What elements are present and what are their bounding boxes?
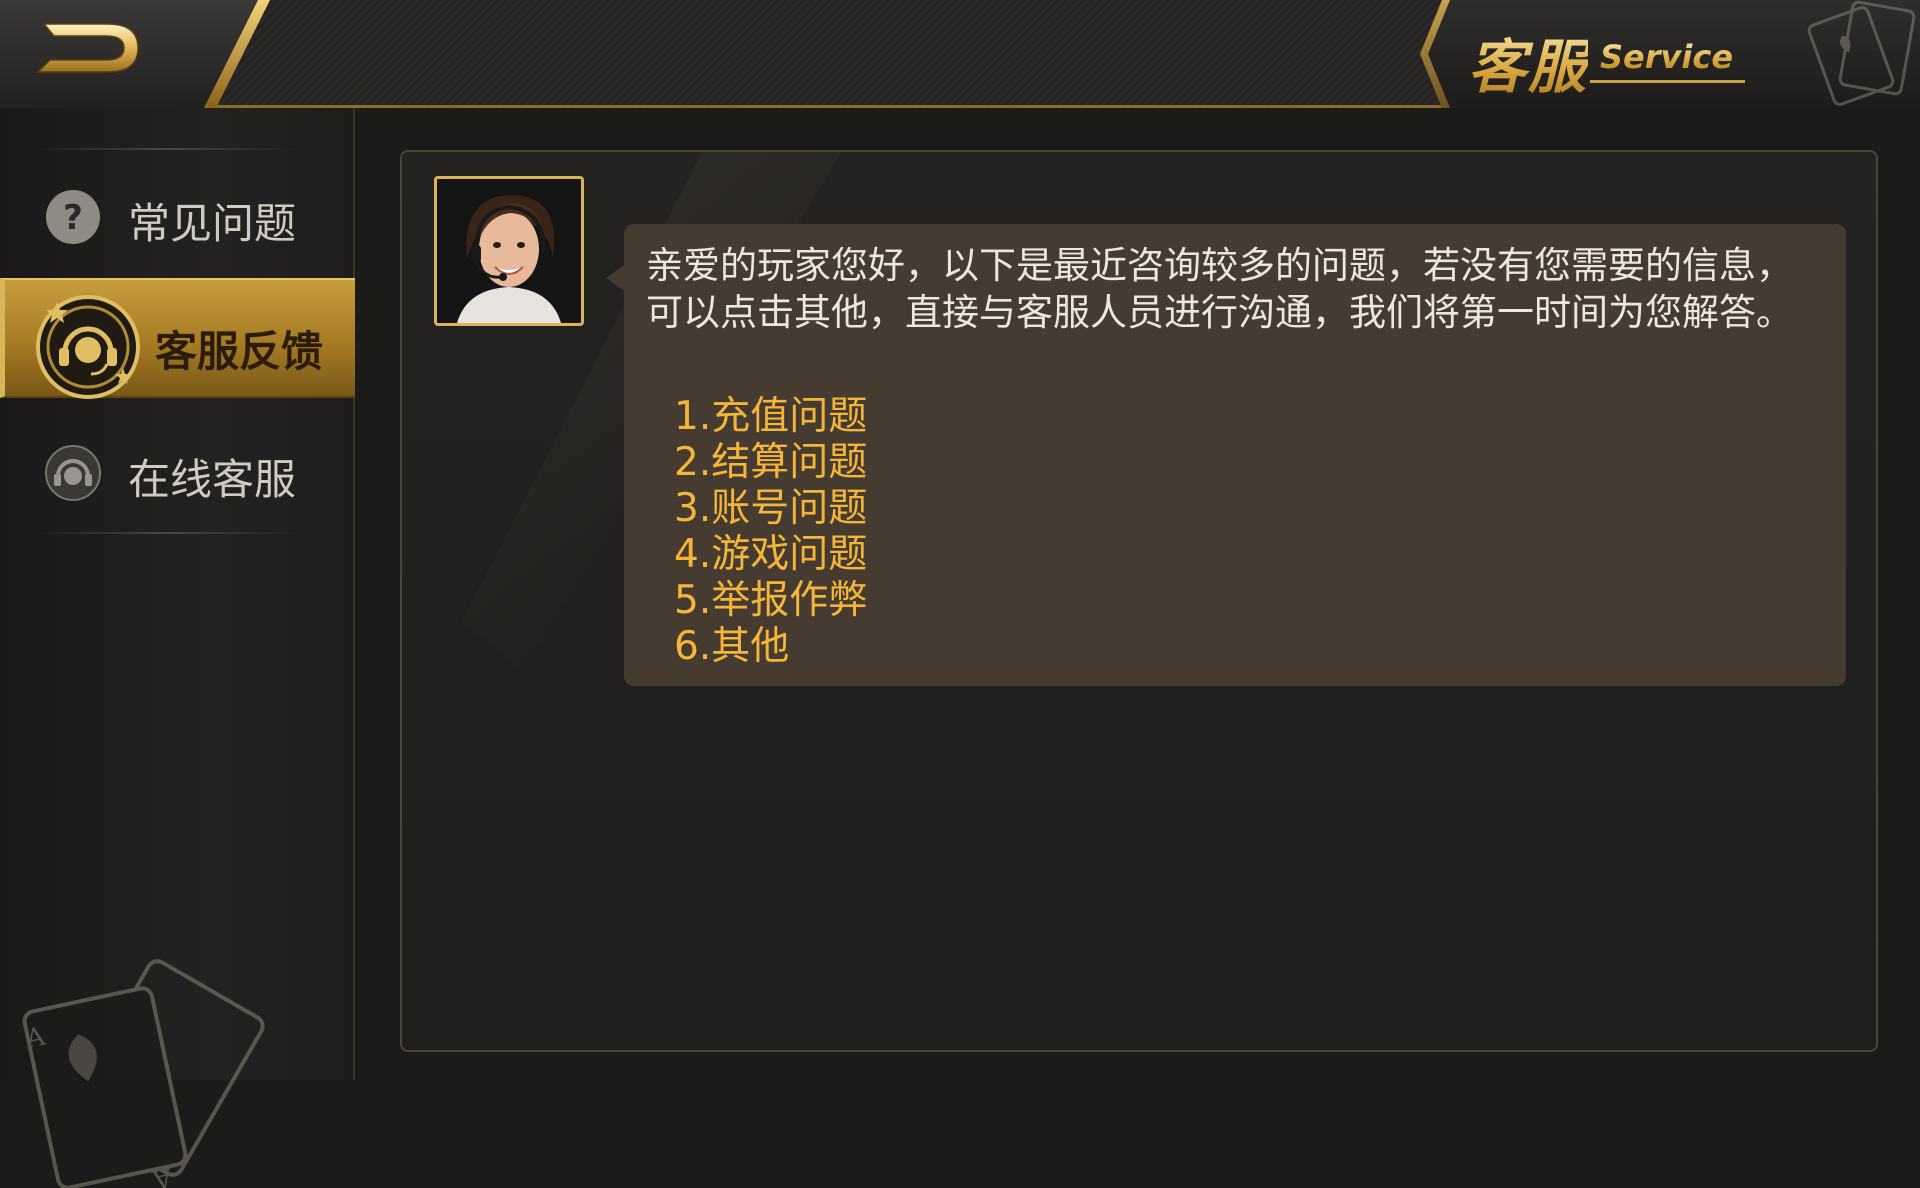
headset-icon	[45, 445, 101, 501]
sidebar-divider	[38, 532, 298, 534]
sidebar: ? 常见问题 客服反馈 在线客服 A A	[0, 108, 355, 1188]
back-arrow-icon	[36, 23, 139, 73]
faq-option-settlement[interactable]: 2.结算问题	[674, 440, 867, 486]
sidebar-item-feedback[interactable]: 客服反馈	[0, 278, 355, 399]
back-button[interactable]	[30, 12, 150, 82]
faq-option-game[interactable]: 4.游戏问题	[674, 532, 867, 578]
welcome-message: 亲爱的玩家您好，以下是最近咨询较多的问题，若没有您需要的信息，可以点击其他，直接…	[646, 244, 1793, 334]
faq-option-other[interactable]: 6.其他	[674, 624, 867, 670]
speech-bubble-tail	[606, 264, 626, 292]
faq-option-account[interactable]: 3.账号问题	[674, 486, 867, 532]
playing-cards-icon	[1807, 0, 1916, 106]
top-bar: 客服 Service	[0, 0, 1920, 108]
faq-option-recharge[interactable]: 1.充值问题	[674, 394, 867, 440]
service-panel: 亲爱的玩家您好，以下是最近咨询较多的问题，若没有您需要的信息，可以点击其他，直接…	[400, 150, 1878, 1052]
faq-option-report-cheating[interactable]: 5.举报作弊	[674, 578, 867, 624]
avatar	[434, 176, 584, 326]
sidebar-item-label: 客服反馈	[155, 327, 324, 376]
page-subtitle: Service	[1600, 38, 1734, 76]
sidebar-item-label: 常见问题	[128, 199, 297, 248]
speech-bubble: 亲爱的玩家您好，以下是最近咨询较多的问题，若没有您需要的信息，可以点击其他，直接…	[624, 224, 1846, 686]
sidebar-item-label: 在线客服	[128, 455, 297, 504]
svg-text:?: ?	[63, 198, 83, 238]
playing-cards-icon: A A	[22, 959, 265, 1188]
page-title: 客服	[1468, 20, 1588, 104]
headset-icon	[36, 295, 140, 399]
agent-portrait-icon	[437, 179, 581, 323]
title-underline	[1590, 80, 1745, 83]
question-icon: ?	[46, 190, 100, 244]
sidebar-item-faq[interactable]: ? 常见问题	[0, 150, 355, 270]
faq-options-list: 1.充值问题 2.结算问题 3.账号问题 4.游戏问题 5.举报作弊 6.其他	[674, 394, 867, 670]
sidebar-item-online-service[interactable]: 在线客服	[0, 406, 355, 526]
